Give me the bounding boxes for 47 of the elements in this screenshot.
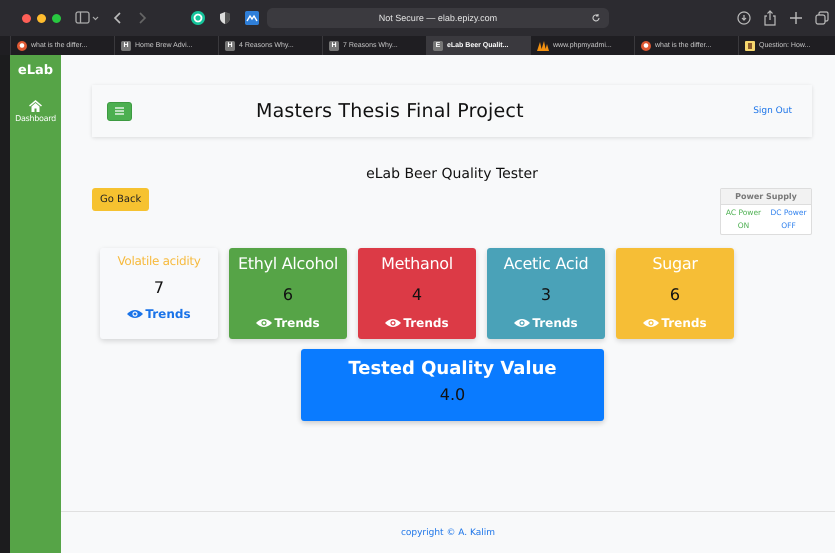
card-title: Sugar [652, 254, 698, 273]
card-title: Acetic Acid [504, 254, 588, 273]
maximize-icon[interactable] [52, 14, 61, 22]
sidebar-icon[interactable] [75, 11, 99, 25]
card-value: 3 [540, 285, 552, 304]
home-icon [28, 100, 42, 112]
copyright-text: copyright © A. Kalim [400, 528, 496, 538]
share-icon[interactable] [763, 10, 777, 26]
tabs-icon[interactable] [815, 11, 829, 25]
shield-icon[interactable] [219, 11, 231, 25]
menu-icon [115, 107, 124, 115]
address-text: Not Secure — elab.epizy.com [378, 13, 498, 23]
sign-out-link[interactable]: Sign Out [753, 106, 792, 116]
eye-icon [256, 318, 272, 328]
eye-icon [643, 318, 660, 328]
card-value: 6 [282, 285, 294, 304]
sail-icon [537, 40, 549, 50]
favicon-icon [745, 40, 755, 50]
menu-button[interactable] [107, 102, 132, 120]
eye-icon [385, 318, 402, 328]
card-value: 4 [412, 285, 422, 304]
card-value: 4.0 [440, 385, 466, 404]
favicon-icon [17, 40, 27, 50]
reload-icon[interactable] [591, 13, 601, 23]
close-icon[interactable] [22, 14, 31, 22]
card-title: Tested Quality Value [348, 358, 557, 379]
section-title: eLab Beer Quality Tester [365, 166, 539, 182]
go-back-button[interactable]: Go Back [92, 188, 150, 211]
card-value: 6 [670, 285, 680, 304]
eye-icon [127, 309, 144, 319]
plus-icon[interactable] [789, 11, 803, 25]
extension-icon[interactable] [191, 11, 205, 25]
eye-icon [514, 318, 530, 328]
minimize-icon[interactable] [37, 14, 46, 22]
trends-link[interactable]: Trends [127, 307, 191, 321]
page-title: Masters Thesis Final Project [256, 100, 524, 122]
download-icon[interactable] [737, 11, 751, 25]
forward-icon[interactable] [137, 11, 147, 25]
card-title: Ethyl Alcohol [238, 254, 338, 273]
table-header: Power Supply [721, 189, 811, 205]
favicon-icon [641, 40, 651, 50]
back-icon[interactable] [113, 11, 123, 25]
card-title: Methanol [381, 254, 453, 273]
card-value: 7 [154, 278, 164, 297]
address-bar[interactable]: Not Secure — elab.epizy.com [267, 8, 609, 28]
card-title: Volatile acidity [117, 254, 201, 268]
trends-link[interactable]: Trends [385, 316, 449, 330]
